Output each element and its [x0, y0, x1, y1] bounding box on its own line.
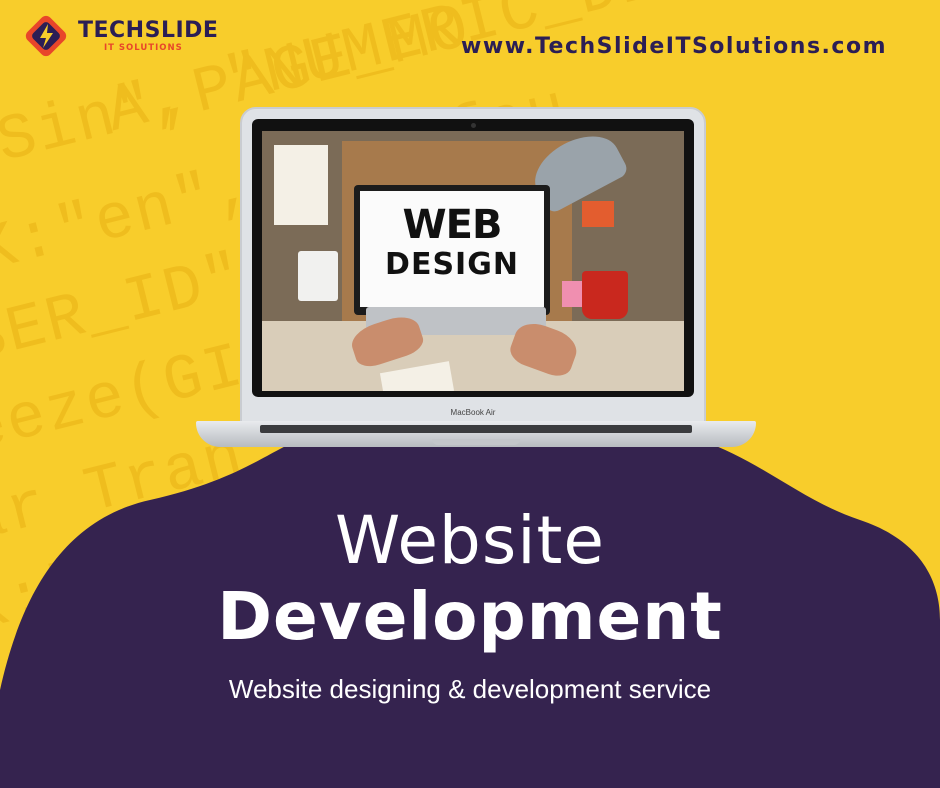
lightning-bolt-icon	[22, 12, 70, 60]
promo-banner: A, "NUMERIC_DELIMITER":"0sD" Sin",PAGE_M…	[0, 0, 940, 788]
website-url[interactable]: www.TechSlideITSolutions.com	[461, 34, 887, 59]
laptop-lid: WEB DESIGN MacBook Air	[240, 107, 706, 425]
laptop-screen: WEB DESIGN	[262, 131, 684, 391]
headline-development: Development	[217, 578, 723, 655]
laptop-hinge	[260, 425, 692, 433]
laptop-notch	[432, 439, 520, 445]
camera-icon	[471, 123, 476, 128]
macbook-brand-label: MacBook Air	[450, 408, 496, 417]
monitor-screen: WEB DESIGN	[360, 191, 544, 307]
headline-website: Website	[334, 502, 606, 579]
logo-subtitle: IT SOLUTIONS	[104, 43, 183, 53]
headline-subtitle: Website designing & development service	[228, 674, 712, 704]
techslide-logo[interactable]: TECHSLIDE IT SOLUTIONS	[22, 12, 218, 60]
pencil-cup-icon	[298, 251, 338, 301]
sticky-note	[582, 201, 614, 227]
note-paper	[274, 145, 328, 225]
laptop-image: WEB DESIGN MacBook Air	[196, 107, 756, 457]
logo-name: TECHSLIDE	[78, 18, 219, 43]
mug-icon	[582, 271, 628, 319]
laptop-bezel: WEB DESIGN	[252, 119, 694, 397]
monitor: WEB DESIGN	[354, 185, 550, 315]
web-text: WEB	[402, 202, 503, 248]
design-text: DESIGN	[385, 247, 519, 282]
